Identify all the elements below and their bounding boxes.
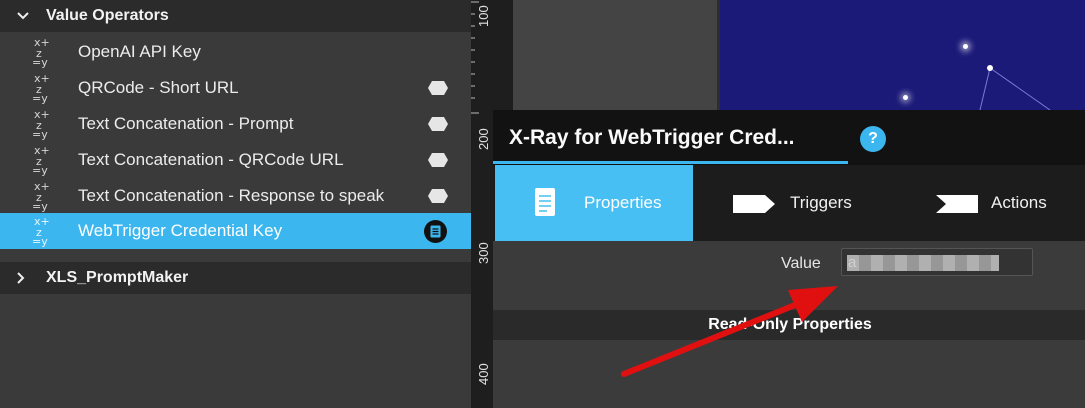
star [987,65,993,71]
math-operator-icon: x+ z =y [32,108,50,141]
list-item-label: WebTrigger Credential Key [78,221,283,240]
constellation-lines [979,67,1051,110]
document-icon[interactable] [424,220,447,243]
star [903,95,908,100]
chevron-right-icon[interactable] [17,272,31,284]
list-item-label: QRCode - Short URL [78,78,239,97]
ruler-label: 300 [476,242,491,264]
list-item-qrcode-short-url[interactable]: x+ z =y QRCode - Short URL [0,70,471,106]
tab-label: Triggers [790,193,852,212]
math-operator-icon: x+ z =y [32,36,50,69]
redacted-value-blur [847,255,999,271]
tab-label: Properties [584,193,662,212]
tag-icon [428,189,448,203]
tag-icon [428,117,448,131]
tab-triggers[interactable]: Triggers [693,165,893,241]
list-item-openai-api-key[interactable]: x+ z =y OpenAI API Key [0,34,471,70]
action-icon [936,195,978,213]
list-item-text-concat-prompt[interactable]: x+ z =y Text Concatenation - Prompt [0,106,471,142]
tab-actions[interactable]: Actions [893,165,1085,241]
group-xls-promptmaker[interactable]: XLS_PromptMaker [0,262,471,294]
math-operator-icon: x+ z =y [32,215,50,248]
tab-label: Actions [991,193,1047,212]
title-underline [493,161,848,164]
ruler-label: 200 [476,128,491,150]
group-value-operators[interactable]: Value Operators [0,0,471,32]
list-item-label: Text Concatenation - QRCode URL [78,150,344,169]
trigger-icon [733,195,775,213]
group-label: Value Operators [46,7,169,24]
xray-title: X-Ray for WebTrigger Cred... [509,126,795,149]
list-item-text-concat-qrcode-url[interactable]: x+ z =y Text Concatenation - QRCode URL [0,142,471,178]
ruler-label: 400 [476,363,491,385]
math-operator-icon: x+ z =y [32,72,50,105]
xray-tabs: Properties Triggers Actions [493,165,1085,241]
value-label: Value [781,255,821,272]
chevron-down-icon[interactable] [17,12,31,20]
tag-icon [428,153,448,167]
list-item-label: Text Concatenation - Prompt [78,114,294,133]
list-item-label: Text Concatenation - Response to speak [78,186,385,205]
help-icon[interactable]: ? [860,126,886,152]
tab-properties[interactable]: Properties [495,165,693,241]
list-item-webtrigger-credential-key[interactable]: x+ z =y WebTrigger Credential Key [0,213,471,249]
list-item-label: OpenAI API Key [78,42,201,61]
math-operator-icon: x+ z =y [32,180,50,213]
xray-header: X-Ray for WebTrigger Cred... ? [493,110,1085,165]
tag-icon [428,81,448,95]
document-icon [535,188,555,216]
list-item-text-concat-response[interactable]: x+ z =y Text Concatenation - Response to… [0,178,471,214]
star [963,44,968,49]
ruler-label: 100 [476,5,491,27]
annotation-arrow [621,286,838,377]
group-label: XLS_PromptMaker [46,269,189,286]
operator-tree: Value Operators x+ z =y OpenAI API Key x… [0,0,471,408]
scene-preview[interactable] [717,0,1085,110]
math-operator-icon: x+ z =y [32,144,50,177]
